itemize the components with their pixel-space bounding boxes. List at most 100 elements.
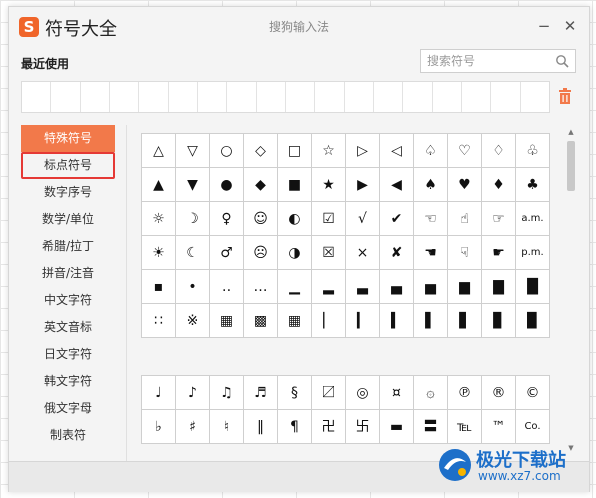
symbol-cell[interactable]: 卍 xyxy=(312,410,346,444)
recent-symbol-slot[interactable] xyxy=(315,82,345,112)
recent-symbol-slot[interactable] xyxy=(51,82,81,112)
symbol-cell[interactable]: ▩ xyxy=(244,304,278,338)
trash-icon[interactable] xyxy=(558,88,572,104)
symbol-cell[interactable]: ◀ xyxy=(380,168,414,202)
symbol-cell[interactable]: ۞ xyxy=(414,376,448,410)
symbol-cell[interactable]: ☀ xyxy=(142,236,176,270)
recent-symbol-slot[interactable] xyxy=(81,82,110,112)
symbol-cell[interactable]: ℡ xyxy=(448,410,482,444)
symbol-cell[interactable]: ▇ xyxy=(482,270,516,304)
symbol-cell[interactable]: × xyxy=(346,236,380,270)
symbol-cell[interactable]: ☜ xyxy=(414,202,448,236)
symbol-cell[interactable]: ♬ xyxy=(244,376,278,410)
symbol-cell[interactable]: ☺ xyxy=(244,202,278,236)
symbol-cell[interactable]: ¤ xyxy=(380,376,414,410)
symbol-cell[interactable]: ☛ xyxy=(482,236,516,270)
symbol-cell[interactable]: ■ xyxy=(278,168,312,202)
symbol-cell[interactable]: ☆ xyxy=(312,134,346,168)
symbol-cell[interactable]: ▪ xyxy=(142,270,176,304)
minimize-button[interactable]: − xyxy=(533,15,555,37)
symbol-cell[interactable]: ● xyxy=(210,168,244,202)
symbol-cell[interactable]: … xyxy=(244,270,278,304)
symbol-cell[interactable]: ♥ xyxy=(448,168,482,202)
symbol-cell[interactable]: ▅ xyxy=(414,270,448,304)
symbol-cell[interactable]: ♣ xyxy=(516,168,550,202)
symbol-cell[interactable]: 卐 xyxy=(346,410,380,444)
symbol-cell[interactable]: ∷ xyxy=(142,304,176,338)
symbol-cell[interactable]: • xyxy=(176,270,210,304)
symbol-cell[interactable]: ◁ xyxy=(380,134,414,168)
symbol-cell[interactable]: ♢ xyxy=(482,134,516,168)
symbol-cell[interactable]: ♮ xyxy=(210,410,244,444)
recent-symbol-slot[interactable] xyxy=(227,82,257,112)
symbol-cell[interactable]: ♪ xyxy=(176,376,210,410)
symbol-cell[interactable]: ¶ xyxy=(278,410,312,444)
symbol-cell[interactable]: ▆ xyxy=(448,270,482,304)
category-item[interactable]: 日文字符 xyxy=(21,341,115,368)
recent-symbol-slot[interactable] xyxy=(345,82,374,112)
symbol-cell[interactable]: ♫ xyxy=(210,376,244,410)
symbol-cell[interactable]: ◆ xyxy=(244,168,278,202)
recent-symbol-slot[interactable] xyxy=(139,82,169,112)
vertical-scrollbar[interactable]: ▲ ▼ xyxy=(566,127,576,453)
recent-symbol-slot[interactable] xyxy=(198,82,228,112)
category-item[interactable]: 制表符 xyxy=(21,422,115,449)
symbol-cell[interactable]: ♠ xyxy=(414,168,448,202)
symbol-cell[interactable]: ♯ xyxy=(176,410,210,444)
symbol-cell[interactable]: ▎ xyxy=(346,304,380,338)
category-item[interactable]: 拼音/注音 xyxy=(21,260,115,287)
symbol-cell[interactable]: ◐ xyxy=(278,202,312,236)
symbol-cell[interactable]: © xyxy=(516,376,550,410)
symbol-cell[interactable]: ☟ xyxy=(448,236,482,270)
scroll-up-arrow-icon[interactable]: ▲ xyxy=(566,127,576,137)
symbol-cell[interactable]: ☞ xyxy=(482,202,516,236)
category-item[interactable]: 英文音标 xyxy=(21,314,115,341)
symbol-cell[interactable]: █ xyxy=(516,270,550,304)
symbol-cell[interactable]: ☼ xyxy=(142,202,176,236)
symbol-cell[interactable]: p.m. xyxy=(516,236,550,270)
symbol-cell[interactable]: ♤ xyxy=(414,134,448,168)
symbol-cell[interactable]: ☚ xyxy=(414,236,448,270)
symbol-cell[interactable]: 〼 xyxy=(312,376,346,410)
symbol-cell[interactable]: ▂ xyxy=(312,270,346,304)
symbol-cell[interactable]: ✘ xyxy=(380,236,414,270)
category-item[interactable]: 希腊/拉丁 xyxy=(21,233,115,260)
recent-symbol-slot[interactable] xyxy=(491,82,521,112)
symbol-cell[interactable]: ☑ xyxy=(312,202,346,236)
symbol-cell[interactable]: ♭ xyxy=(142,410,176,444)
symbol-cell[interactable]: ★ xyxy=(312,168,346,202)
search-icon[interactable] xyxy=(555,54,569,68)
category-item[interactable]: 韩文字符 xyxy=(21,368,115,395)
symbol-cell[interactable]: ▄ xyxy=(380,270,414,304)
symbol-cell[interactable]: ▶ xyxy=(346,168,380,202)
search-box[interactable] xyxy=(420,49,576,73)
symbol-cell[interactable]: ☒ xyxy=(312,236,346,270)
close-button[interactable]: ✕ xyxy=(559,15,581,37)
symbol-cell[interactable]: ™ xyxy=(482,410,516,444)
symbol-cell[interactable]: ♂ xyxy=(210,236,244,270)
symbol-cell[interactable]: ◇ xyxy=(244,134,278,168)
symbol-cell[interactable]: ▌ xyxy=(414,304,448,338)
symbol-cell[interactable]: ▍ xyxy=(380,304,414,338)
symbol-cell[interactable]: ® xyxy=(482,376,516,410)
recent-symbol-slot[interactable] xyxy=(169,82,198,112)
category-item[interactable]: 数学/单位 xyxy=(21,206,115,233)
symbol-cell[interactable]: ☹ xyxy=(244,236,278,270)
symbol-cell[interactable]: △ xyxy=(142,134,176,168)
recent-symbol-slot[interactable] xyxy=(110,82,140,112)
symbol-cell[interactable]: ◎ xyxy=(346,376,380,410)
recent-symbol-slot[interactable] xyxy=(374,82,404,112)
symbol-cell[interactable]: ♧ xyxy=(516,134,550,168)
symbol-cell[interactable]: ※ xyxy=(176,304,210,338)
symbol-cell[interactable]: ▦ xyxy=(278,304,312,338)
symbol-cell[interactable]: ♩ xyxy=(142,376,176,410)
scroll-thumb[interactable] xyxy=(567,141,575,191)
recent-symbol-slot[interactable] xyxy=(521,82,549,112)
symbol-cell[interactable]: ▃ xyxy=(346,270,380,304)
category-item[interactable]: 特殊符号 xyxy=(21,125,115,152)
search-input[interactable] xyxy=(421,50,551,72)
symbol-cell[interactable]: ◑ xyxy=(278,236,312,270)
symbol-cell[interactable]: a.m. xyxy=(516,202,550,236)
symbol-cell[interactable]: ☝ xyxy=(448,202,482,236)
symbol-cell[interactable]: ▲ xyxy=(142,168,176,202)
